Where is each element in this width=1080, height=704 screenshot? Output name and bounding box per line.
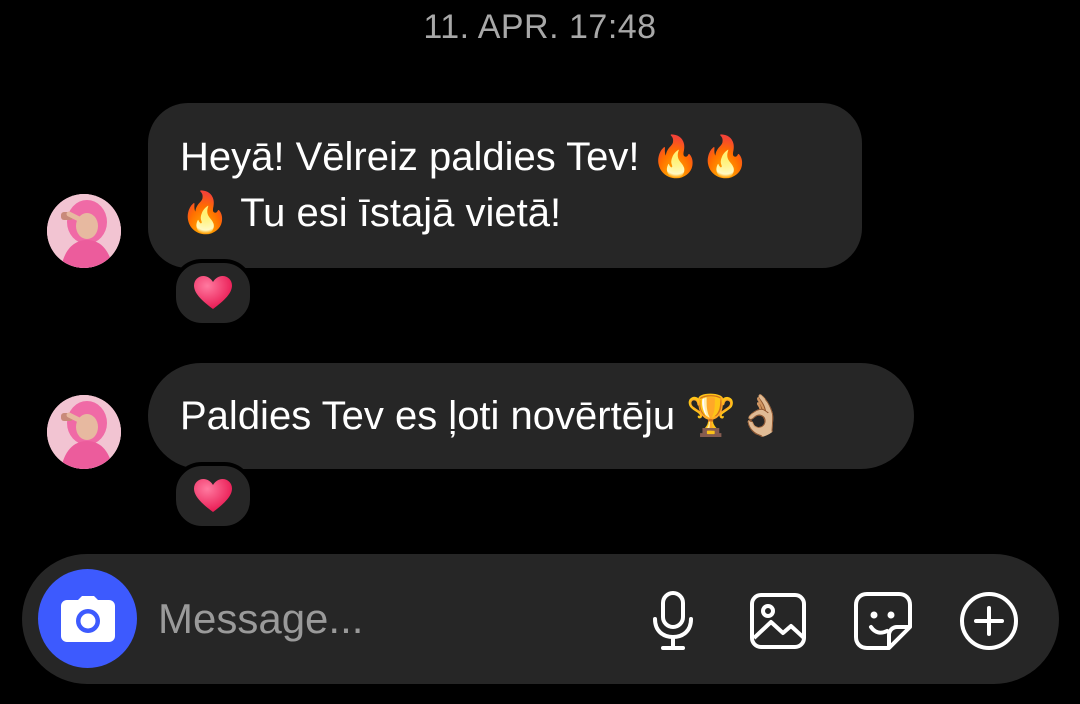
heart-icon bbox=[194, 276, 232, 309]
camera-icon bbox=[60, 595, 115, 642]
heart-icon bbox=[194, 479, 232, 512]
message-line: Heyā! Vēlreiz paldies Tev! 🔥🔥 bbox=[180, 129, 832, 185]
add-button[interactable] bbox=[958, 590, 1020, 652]
message-text: Heyā! Vēlreiz paldies Tev! bbox=[180, 135, 651, 179]
message-composer bbox=[22, 554, 1059, 684]
gallery-icon bbox=[750, 593, 806, 649]
gallery-button[interactable] bbox=[747, 590, 809, 652]
microphone-icon bbox=[653, 591, 693, 650]
message-line: 🔥 Tu esi īstajā vietā! bbox=[180, 185, 832, 241]
message-text: Paldies Tev es ļoti novērtēju bbox=[180, 394, 687, 438]
fire-emoji: 🔥 bbox=[180, 190, 230, 236]
message-bubble[interactable]: Paldies Tev es ļoti novērtēju 🏆👌🏼 bbox=[148, 363, 914, 469]
message-timestamp: 11. APR. 17:48 bbox=[423, 8, 657, 46]
heart-reaction[interactable] bbox=[172, 259, 254, 327]
sender-avatar[interactable] bbox=[47, 194, 121, 268]
sticker-icon bbox=[854, 592, 912, 650]
message-text: Tu esi īstajā vietā! bbox=[229, 191, 562, 235]
message-input[interactable] bbox=[158, 588, 588, 650]
trophy-ok-emoji: 🏆👌🏼 bbox=[686, 393, 786, 439]
add-icon bbox=[960, 592, 1018, 650]
message-bubble[interactable]: Heyā! Vēlreiz paldies Tev! 🔥🔥 🔥 Tu esi ī… bbox=[148, 103, 862, 268]
fire-emoji: 🔥🔥 bbox=[650, 134, 751, 180]
microphone-button[interactable] bbox=[642, 590, 704, 652]
heart-reaction[interactable] bbox=[172, 462, 254, 530]
sender-avatar[interactable] bbox=[47, 395, 121, 469]
sticker-button[interactable] bbox=[852, 590, 914, 652]
camera-button[interactable] bbox=[38, 569, 137, 668]
